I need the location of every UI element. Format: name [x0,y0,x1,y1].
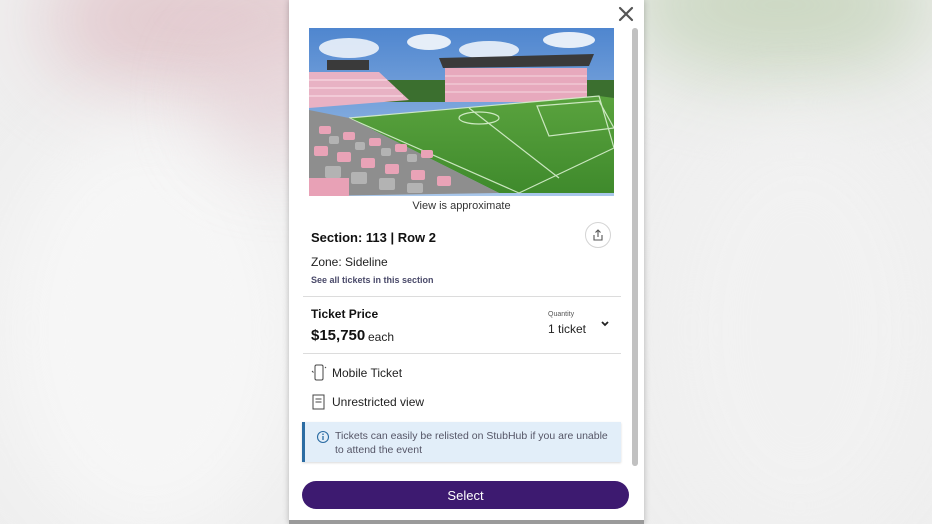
zone-text: Zone: Sideline [311,255,388,269]
quantity-value: 1 ticket [548,322,587,336]
zone-info: Zone: Sideline [311,255,388,269]
ticket-price-value: $15,750 [311,327,366,344]
background-blob [0,120,300,524]
relist-notice: Tickets can easily be relisted on StubHu… [302,422,621,462]
background-blob [660,120,932,524]
section-row-heading: Section: 113 | Row 2 [311,230,437,245]
feature-label: Mobile Ticket [332,366,403,380]
ticket-detail-modal: View is approximate Section: 113 | Row 2… [289,0,644,524]
ticket-price-suffix: each [368,330,395,344]
mobile-phone-icon [311,364,327,382]
divider [303,296,621,297]
see-all-tickets-link[interactable]: See all tickets in this section [311,275,434,285]
ticket-price-label: Ticket Price [311,307,379,321]
scrollbar-thumb[interactable] [632,28,638,466]
close-icon[interactable] [617,5,635,23]
scrollbar[interactable] [632,28,638,466]
notice-text: Tickets can easily be relisted on StubHu… [335,430,608,456]
info-icon [316,430,330,444]
image-caption: View is approximate [412,200,511,212]
document-icon [311,393,327,411]
feature-unrestricted-view: Unrestricted view [311,393,424,411]
feature-mobile-ticket: Mobile Ticket [311,364,402,382]
quantity-select[interactable]: Quantity 1 ticket [548,311,620,339]
quantity-label: Quantity [548,311,575,318]
share-button[interactable] [585,222,611,248]
divider [303,353,621,354]
share-icon [593,229,603,241]
chevron-down-icon [601,321,609,327]
select-button[interactable]: Select [302,481,629,509]
stadium-view-image [309,28,614,196]
background-blob [620,0,932,80]
feature-label: Unrestricted view [332,395,425,409]
